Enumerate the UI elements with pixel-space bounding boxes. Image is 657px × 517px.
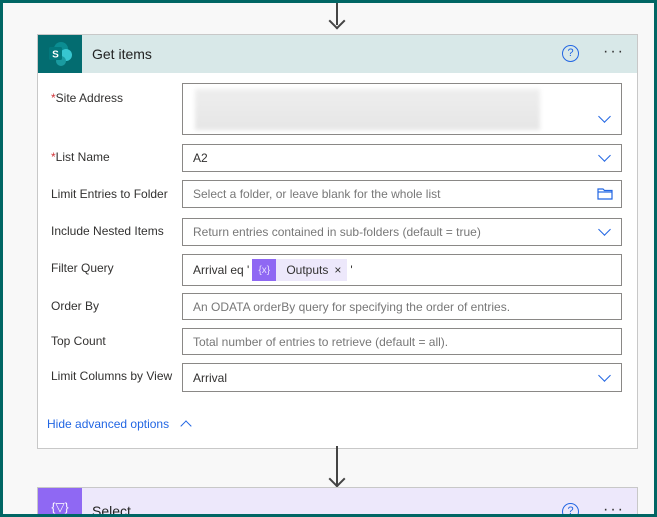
card-title: Select: [92, 503, 131, 517]
card-title: Get items: [92, 46, 152, 62]
nested-items-dropdown[interactable]: Return entries contained in sub-folders …: [182, 218, 622, 246]
order-by-input[interactable]: An ODATA orderBy query for specifying th…: [182, 293, 622, 320]
chevron-down-icon[interactable]: [598, 149, 611, 162]
limit-columns-label: Limit Columns by View: [51, 369, 173, 383]
site-address-label: *Site Address: [51, 91, 124, 105]
chevron-down-icon[interactable]: [598, 110, 611, 123]
more-options-icon[interactable]: ···: [603, 43, 625, 61]
arrow-head: [328, 470, 346, 488]
folder-icon[interactable]: [597, 188, 613, 200]
outputs-token[interactable]: {x} Outputs ×: [252, 259, 348, 281]
sharepoint-icon: S: [38, 35, 82, 73]
filter-text: Arrival eq ': [193, 263, 250, 277]
limit-folder-input[interactable]: Select a folder, or leave blank for the …: [182, 180, 622, 208]
help-icon[interactable]: ?: [562, 503, 579, 514]
nested-items-label: Include Nested Items: [51, 224, 164, 238]
filter-suffix: ': [350, 263, 353, 277]
svg-text:S: S: [52, 50, 59, 61]
select-card: {▽} Select ? ···: [37, 487, 638, 517]
limit-columns-dropdown[interactable]: Arrival: [182, 363, 622, 392]
select-header[interactable]: {▽} Select ? ···: [38, 488, 637, 517]
get-items-header[interactable]: S Get items ? ···: [38, 35, 637, 73]
list-name-label: *List Name: [51, 150, 110, 164]
order-by-label: Order By: [51, 299, 100, 313]
list-name-dropdown[interactable]: A2: [182, 144, 622, 172]
token-remove-icon[interactable]: ×: [334, 263, 347, 277]
top-count-label: Top Count: [51, 334, 106, 348]
filter-query-input[interactable]: Arrival eq ' {x} Outputs × ': [182, 254, 622, 286]
site-address-input[interactable]: [182, 83, 622, 135]
hide-advanced-options-link[interactable]: Hide advanced options: [47, 417, 193, 432]
chevron-up-icon: [180, 420, 193, 432]
limit-folder-label: Limit Entries to Folder: [51, 187, 168, 201]
flow-canvas: S Get items ? ··· *Site Address *List Na…: [0, 0, 657, 517]
expression-icon: {x}: [252, 259, 277, 281]
more-options-icon[interactable]: ···: [603, 501, 625, 514]
chevron-down-icon[interactable]: [598, 223, 611, 236]
select-icon: {▽}: [38, 488, 82, 514]
filter-query-label: Filter Query: [51, 261, 114, 275]
token-label: Outputs: [286, 263, 329, 277]
get-items-card: S Get items ? ··· *Site Address *List Na…: [37, 34, 638, 449]
top-count-input[interactable]: Total number of entries to retrieve (def…: [182, 328, 622, 355]
arrow-head: [328, 12, 346, 30]
help-icon[interactable]: ?: [562, 45, 579, 62]
chevron-down-icon[interactable]: [598, 369, 611, 382]
